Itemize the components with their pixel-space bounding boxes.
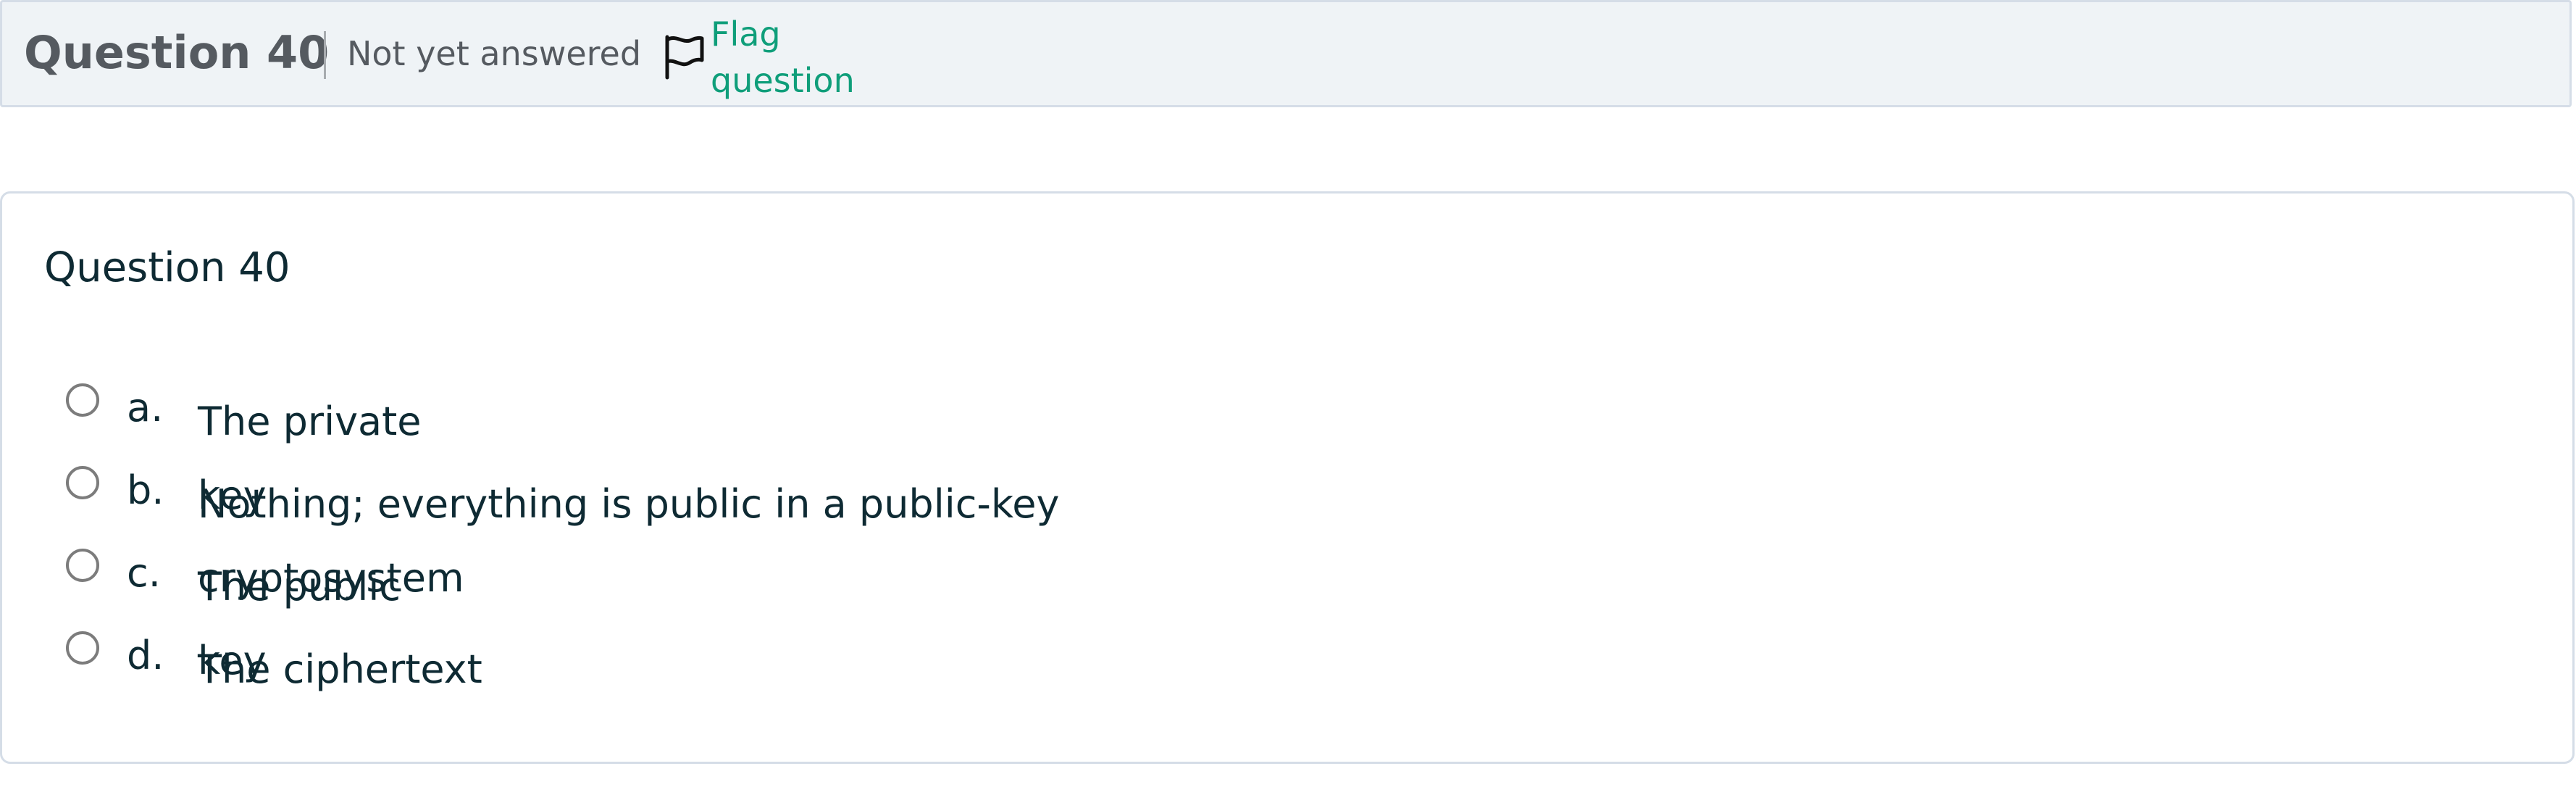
answer-options: a. The private key b. Nothing; everythin… [2,194,2572,762]
radio-button-c[interactable] [66,549,99,582]
answer-option-a[interactable]: a. The private key [66,383,1225,518]
radio-button-b[interactable] [66,466,99,499]
radio-button-d[interactable] [66,631,99,665]
answer-option-d[interactable]: d. The ciphertext [66,631,1225,704]
flag-icon[interactable] [660,31,708,82]
answer-option-b[interactable]: b. Nothing; everything is public in a pu… [66,466,1225,601]
option-letter-b: b. [127,467,164,513]
question-content-card: Question 40 a. The private key b. Nothin… [0,191,2575,764]
question-number: Question 40 [24,26,330,79]
option-letter-a: a. [127,385,164,430]
radio-button-a[interactable] [66,383,99,417]
question-info-header: Question 40 Not yet answered Flag questi… [0,0,2572,107]
header-divider [324,31,326,79]
option-letter-c: c. [127,550,161,596]
answer-option-c[interactable]: c. The public key [66,549,1225,683]
option-letter-d: d. [127,633,164,678]
option-label-d[interactable]: The ciphertext [198,633,647,707]
flag-question-link[interactable]: Flag question [711,11,885,104]
question-state: Not yet answered [347,34,642,73]
